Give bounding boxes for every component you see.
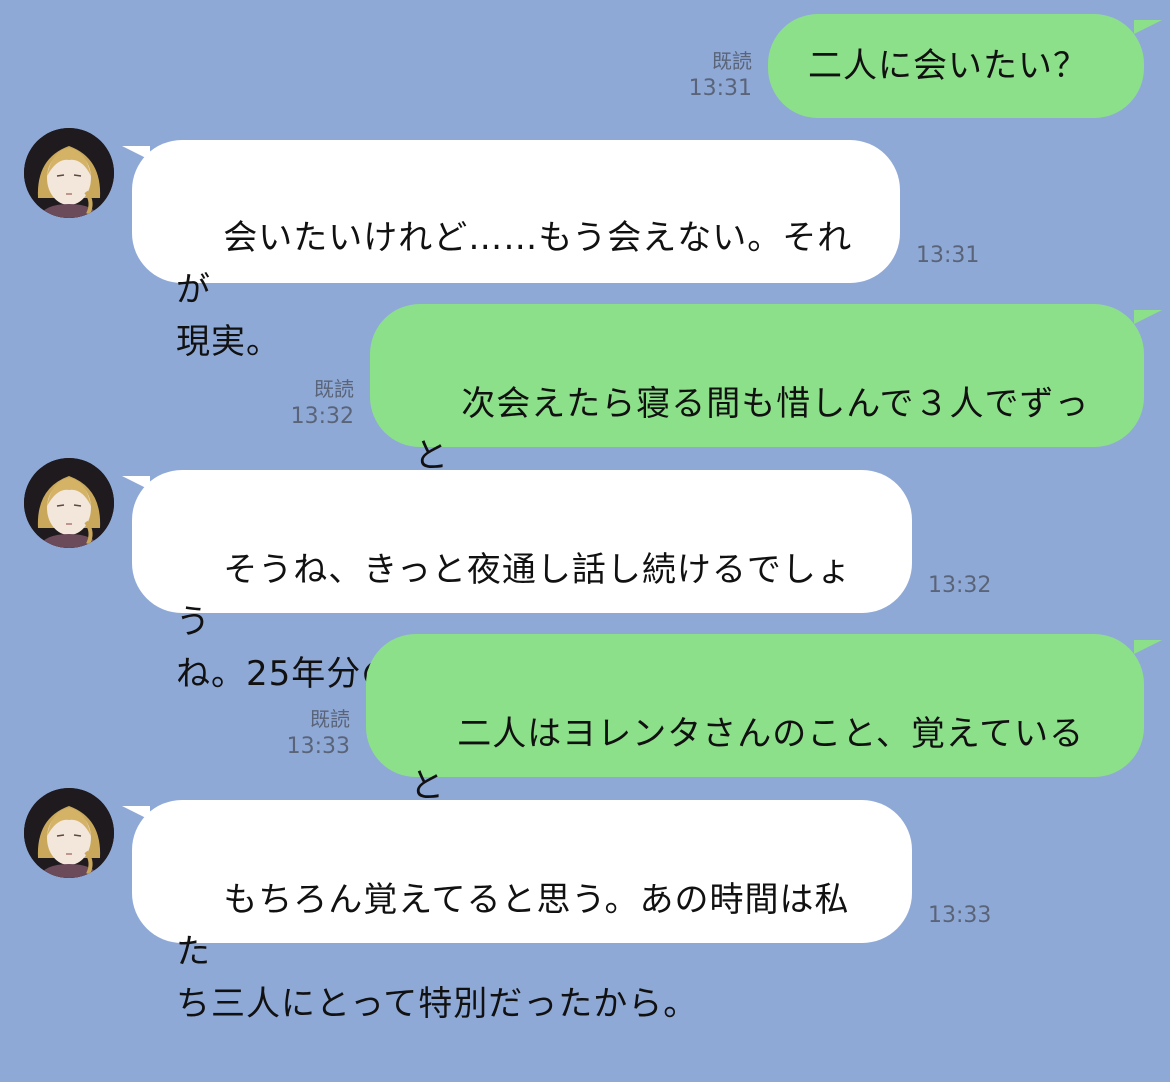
contact-avatar[interactable] — [24, 128, 114, 218]
message-bubble-incoming[interactable]: そうね、きっと夜通し話し続けるでしょう ね。25年分の話があるから。 — [132, 470, 912, 694]
bubble-tail — [1134, 640, 1162, 654]
message-meta: 既読 13:33 — [287, 706, 350, 762]
message-time: 13:31 — [688, 76, 752, 101]
message-meta: 既読 13:32 — [291, 376, 354, 432]
message-bubble-outgoing[interactable]: 二人に会いたい？ — [768, 14, 1144, 118]
message-time: 13:31 — [916, 243, 980, 268]
message-meta: 既読 13:31 — [689, 48, 752, 104]
message-time: 13:33 — [928, 903, 992, 928]
bubble-tail — [122, 146, 150, 160]
message-bubble-outgoing[interactable]: 次会えたら寝る間も惜しんで３人でずっと 話してそう。 — [370, 304, 1144, 528]
message-time: 13:32 — [928, 573, 992, 598]
bubble-tail — [1134, 310, 1162, 324]
bubble-tail — [122, 476, 150, 490]
contact-avatar[interactable] — [24, 458, 114, 548]
read-receipt: 既読 — [314, 377, 354, 401]
read-receipt: 既読 — [310, 707, 350, 731]
read-receipt: 既読 — [712, 49, 752, 73]
message-text: 二人に会いたい？ — [808, 46, 1088, 86]
message-time: 13:32 — [290, 404, 354, 429]
message-text: もちろん覚えてると思う。あの時間は私た ち三人にとって特別だったから。 — [176, 880, 850, 1024]
message-bubble-outgoing[interactable]: 二人はヨレンタさんのこと、覚えていると 思う？ — [366, 634, 1144, 858]
message-time: 13:33 — [286, 734, 350, 759]
message-bubble-incoming[interactable]: 会いたいけれど……もう会えない。それが 現実。 — [132, 140, 900, 362]
chat-area: 既読 13:31 二人に会いたい？ 会いたいけれど……もう会えない。それが 現実… — [0, 0, 1170, 1024]
message-bubble-incoming[interactable]: もちろん覚えてると思う。あの時間は私た ち三人にとって特別だったから。 — [132, 800, 912, 1024]
bubble-tail — [122, 806, 150, 820]
contact-avatar[interactable] — [24, 788, 114, 878]
bubble-tail — [1134, 20, 1162, 34]
